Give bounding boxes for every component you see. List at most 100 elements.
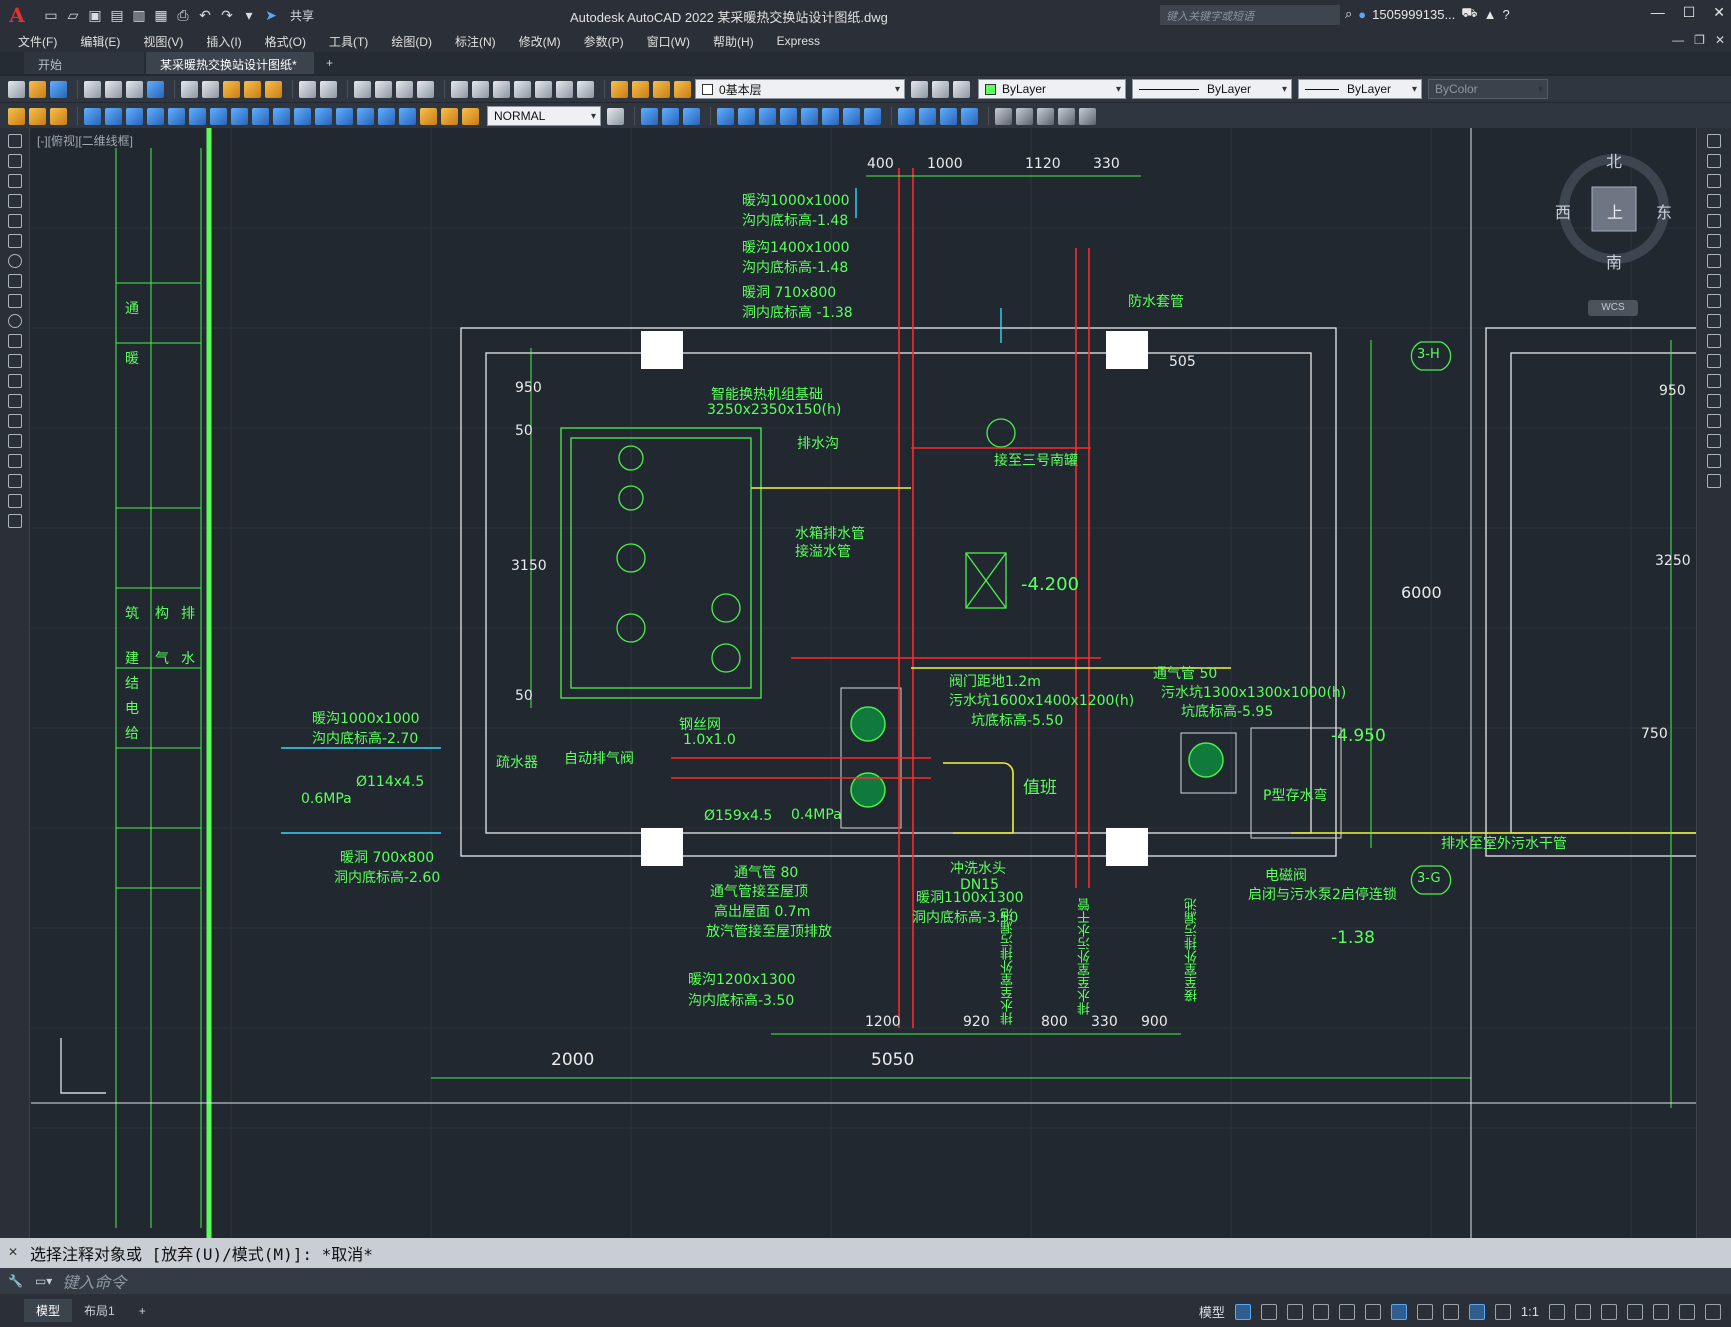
tab-current-drawing[interactable]: 某采暖热交换站设计图纸* ✕ [146,52,314,87]
menu-edit[interactable]: 编辑(E) [80,33,120,50]
make-block-icon[interactable] [8,374,22,388]
radius-icon[interactable] [168,107,185,125]
annotation-visibility-icon[interactable] [1468,1303,1485,1320]
customize-command-icon[interactable]: 🔧 [8,1274,23,1288]
chamfer-modify-icon[interactable] [1707,414,1721,428]
tab-start[interactable]: 开始 [24,52,144,74]
redo-icon[interactable]: ↷ [218,6,236,24]
break-icon[interactable] [864,107,881,125]
isodraft-icon[interactable] [1338,1303,1355,1320]
open-icon[interactable] [29,80,46,98]
scale-icon[interactable] [780,107,797,125]
design-center-icon[interactable] [472,80,489,98]
layer-select[interactable]: 0基本层 [695,79,905,99]
viewcube-south[interactable]: 南 [1606,249,1622,273]
export-icon[interactable]: ▦ [152,6,170,24]
copy-icon[interactable] [202,80,219,98]
menu-help[interactable]: 帮助(H) [713,33,754,50]
extend-icon[interactable] [843,107,860,125]
viewcube-top-face[interactable]: 上 [1607,199,1623,223]
polar-icon[interactable] [1312,1303,1329,1320]
center-mark-icon[interactable] [357,107,374,125]
properties-icon[interactable] [451,80,468,98]
app-logo[interactable]: A [0,0,34,30]
copy-object-icon[interactable] [641,107,658,125]
undo-icon[interactable]: ↶ [196,6,214,24]
offset-icon[interactable] [683,107,700,125]
snap-icon[interactable] [1260,1303,1277,1320]
plot-icon[interactable]: ⎙ [174,6,192,24]
wcs-menu[interactable]: WCS [1588,300,1638,316]
ortho-icon[interactable] [1286,1303,1303,1320]
menu-parametric[interactable]: 参数(P) [584,33,624,50]
sheet-set-icon[interactable] [514,80,531,98]
aligned-dim-icon[interactable] [105,107,122,125]
zoom-window-icon[interactable] [396,80,413,98]
layer-on-icon[interactable] [632,80,649,98]
revcloud-icon[interactable] [8,274,22,288]
menu-format[interactable]: 格式(O) [265,33,306,50]
diameter-icon[interactable] [210,107,227,125]
pan-icon[interactable] [354,80,371,98]
tab-layout1[interactable]: 布局1 [72,1299,127,1322]
move-icon[interactable] [738,107,755,125]
transparency-icon[interactable] [1442,1303,1459,1320]
linear-dim-icon[interactable] [84,107,101,125]
menu-modify[interactable]: 修改(M) [519,33,561,50]
rectangle-icon[interactable] [8,214,22,228]
circle-icon[interactable] [8,254,22,268]
cart-icon[interactable]: ⛟ [1461,5,1477,23]
stretch-icon[interactable] [801,107,818,125]
undo-tool-icon[interactable] [299,80,316,98]
annotation-scale[interactable]: 1:1 [1521,1304,1539,1319]
dim-style-select[interactable]: NORMAL [487,106,601,126]
preview-icon[interactable] [105,80,122,98]
menu-window[interactable]: 窗口(W) [647,33,690,50]
text-front-icon[interactable] [1058,107,1075,125]
dim-style-icon[interactable] [8,107,25,125]
add-layout-button[interactable]: + [127,1301,158,1321]
jogged-icon[interactable] [189,107,206,125]
construction-line-icon[interactable] [8,154,22,168]
join-modify-icon[interactable] [1707,394,1721,408]
block-editor-icon[interactable] [265,80,282,98]
fillet-icon[interactable] [919,107,936,125]
dim-reassociate-icon[interactable] [462,107,479,125]
layer-state-icon[interactable] [953,80,970,98]
dim-space-icon[interactable] [294,107,311,125]
menu-express[interactable]: Express [777,34,820,48]
minimize-button[interactable]: — [1651,4,1665,21]
redo-tool-icon[interactable] [320,80,337,98]
join-icon[interactable] [961,107,978,125]
arc-icon[interactable] [8,234,22,248]
plot-tool-icon[interactable] [84,80,101,98]
layer-lock-icon[interactable] [674,80,691,98]
break-modify-icon[interactable] [1707,374,1721,388]
explode-modify-icon[interactable] [1707,474,1721,488]
help-tool-icon[interactable] [577,80,594,98]
bring-front-icon[interactable] [1016,107,1033,125]
viewcube-north[interactable]: 北 [1606,148,1622,172]
table-icon[interactable] [8,474,22,488]
insert-block-icon[interactable] [8,354,22,368]
point-icon[interactable] [8,394,22,408]
new-icon[interactable] [8,80,25,98]
tolerance-icon[interactable] [336,107,353,125]
inspection-icon[interactable] [378,107,395,125]
units-icon[interactable] [1601,1303,1617,1320]
spline-icon[interactable] [8,294,22,308]
viewcube[interactable]: 北 南 东 西 上 [1555,148,1673,272]
save-as-icon[interactable]: ▤ [108,6,126,24]
autodesk-icon[interactable]: ▲ [1484,7,1497,22]
model-space-label[interactable]: 模型 [1199,1302,1225,1321]
tab-model[interactable]: 模型 [24,1299,73,1322]
object-snap-tracking-icon[interactable] [1364,1303,1381,1320]
menu-insert[interactable]: 插入(I) [206,33,241,50]
save-icon[interactable]: ▣ [86,6,104,24]
trim-icon[interactable] [822,107,839,125]
menu-file[interactable]: 文件(F) [18,33,57,50]
close-command-icon[interactable]: ✕ [8,1245,18,1259]
chamfer-icon[interactable] [898,107,915,125]
layer-properties-icon[interactable] [611,80,628,98]
array-modify-icon[interactable] [1707,214,1721,228]
